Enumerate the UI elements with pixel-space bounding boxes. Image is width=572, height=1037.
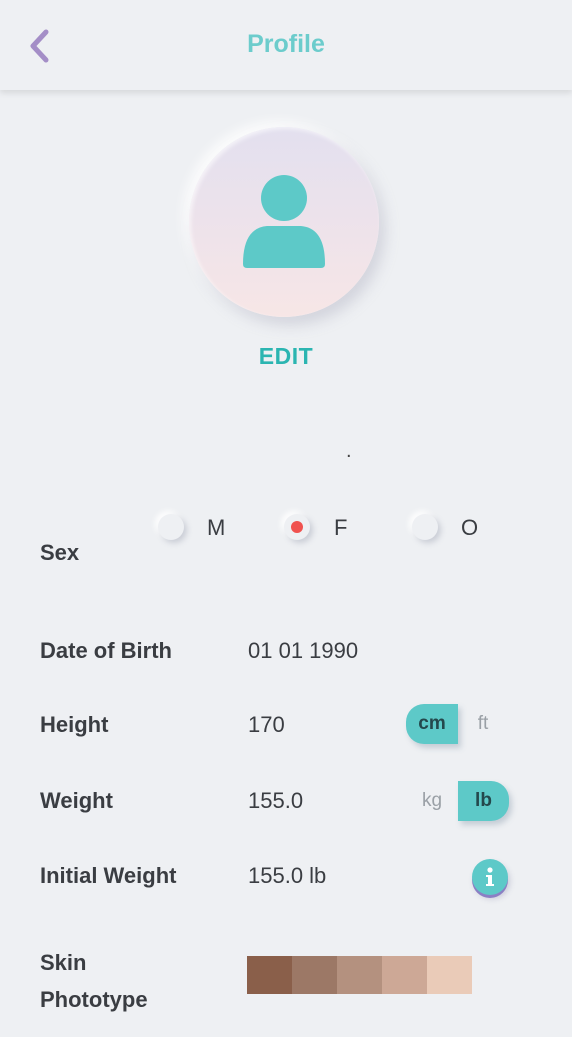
sex-option-f-label: F [334,515,348,540]
name-field[interactable]: . [346,440,352,463]
skin-swatch-5[interactable] [427,956,472,994]
skin-label-line2: Phototype [40,987,148,1012]
info-icon [486,867,494,886]
info-button[interactable] [472,859,508,895]
weight-unit-lb[interactable]: lb [458,781,509,821]
height-value[interactable]: 170 [248,712,285,738]
height-unit-ft[interactable]: ft [462,704,504,744]
skin-label-line1: Skin [40,950,87,975]
height-label: Height [40,712,109,737]
skin-swatch-1[interactable] [247,956,292,994]
weight-value[interactable]: 155.0 [248,788,303,814]
dob-value[interactable]: 01 01 1990 [248,638,358,664]
edit-avatar-button[interactable]: EDIT [0,343,572,370]
skin-swatch-3[interactable] [337,956,382,994]
user-icon [243,175,325,268]
sex-radio-o[interactable] [412,514,438,540]
dob-label: Date of Birth [40,638,172,663]
skin-phototype-label: Skin Phototype [40,944,148,1018]
top-bar: Profile [0,0,572,90]
weight-label: Weight [40,788,113,813]
sex-radio-f[interactable] [284,514,310,540]
skin-swatch-4[interactable] [382,956,427,994]
sex-radio-m[interactable] [158,514,184,540]
height-unit-cm[interactable]: cm [406,704,458,744]
avatar[interactable] [189,127,379,317]
skin-phototype-selector[interactable] [247,956,472,994]
sex-option-m-label: M [207,515,226,540]
initial-weight-label: Initial Weight [40,863,177,888]
sex-option-o-label: O [461,515,479,540]
initial-weight-value: 155.0 lb [248,863,327,888]
weight-unit-kg[interactable]: kg [410,781,454,821]
sex-label: Sex [40,540,80,565]
skin-swatch-2[interactable] [292,956,337,994]
page-title: Profile [247,30,325,58]
